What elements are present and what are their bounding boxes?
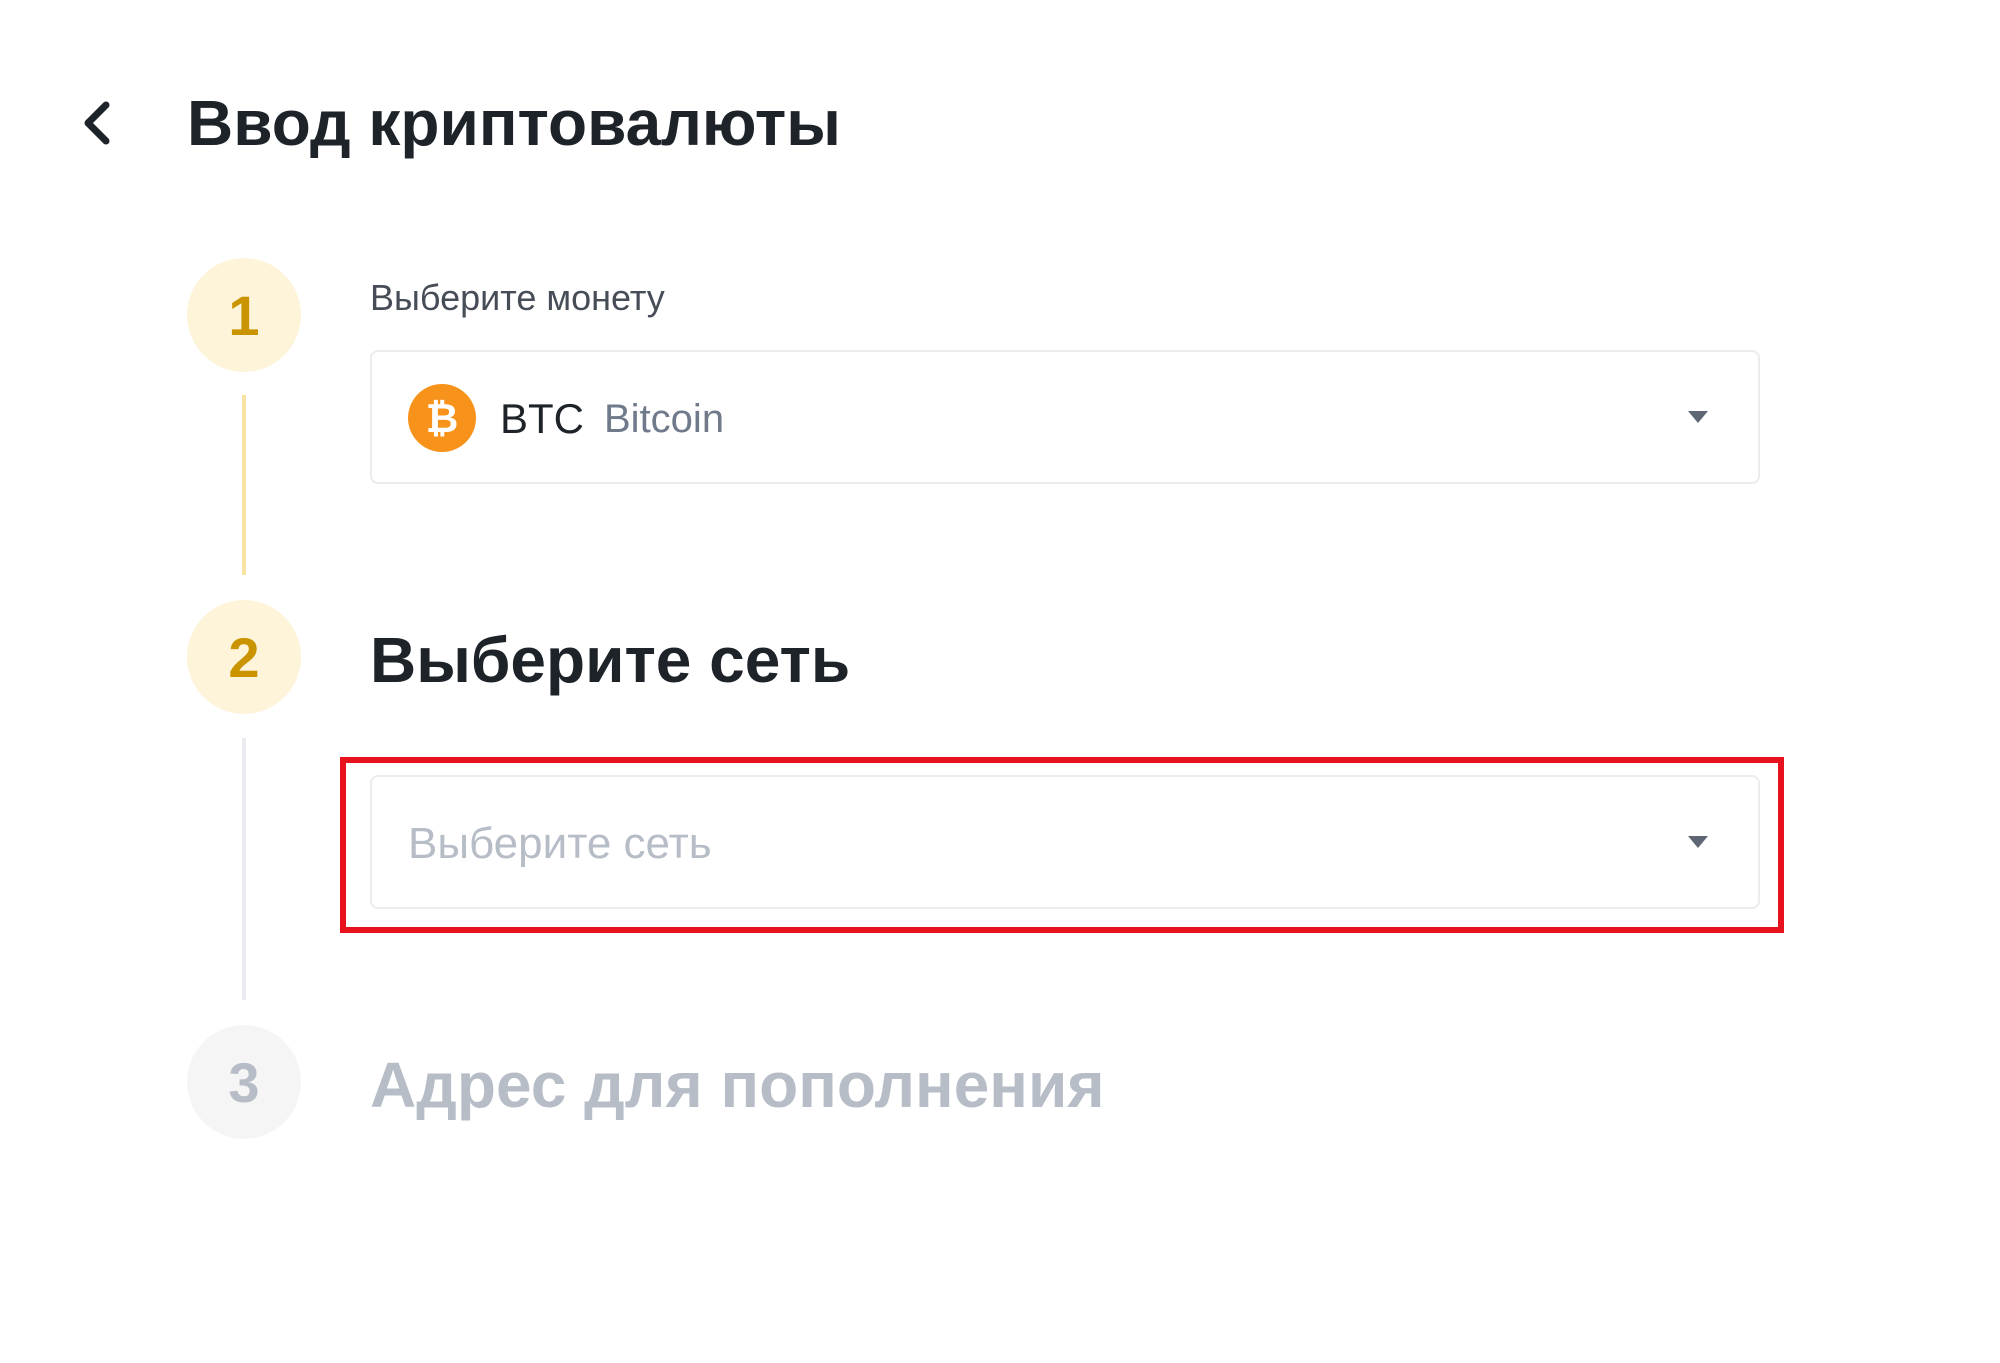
svg-text:₿: ₿	[426, 396, 459, 442]
back-button[interactable]	[70, 95, 126, 151]
page-title: Ввод криптовалюты	[187, 87, 841, 159]
network-select[interactable]: Выберите сеть	[370, 775, 1760, 909]
step-connector-1	[242, 395, 246, 575]
network-select-placeholder: Выберите сеть	[408, 819, 712, 868]
chevron-left-icon	[84, 101, 110, 145]
caret-down-icon	[1688, 836, 1708, 848]
deposit-address-title: Адрес для пополнения	[370, 1049, 1105, 1121]
coin-ticker: BTC	[500, 395, 584, 442]
step-connector-2	[242, 738, 246, 1000]
caret-down-icon	[1688, 411, 1708, 423]
step-3-indicator: 3	[187, 1025, 301, 1139]
step-1-indicator: 1	[187, 258, 301, 372]
step-2-indicator: 2	[187, 600, 301, 714]
select-coin-label: Выберите монету	[370, 277, 665, 318]
select-network-title: Выберите сеть	[370, 624, 851, 696]
coin-name: Bitcoin	[604, 397, 725, 441]
bitcoin-icon: ₿	[408, 384, 476, 452]
coin-select[interactable]: ₿ BTC Bitcoin	[370, 350, 1760, 484]
